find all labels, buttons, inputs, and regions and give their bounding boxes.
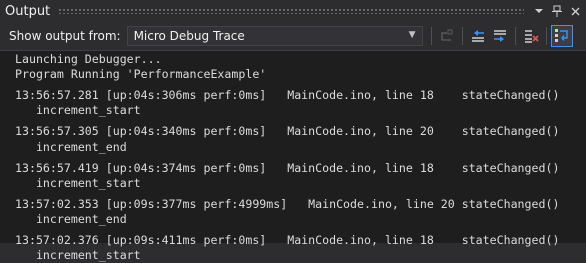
log-entry-detail: increment_end xyxy=(15,211,127,226)
chevron-down-icon[interactable] xyxy=(532,4,546,18)
output-toolbar: Show output from: Micro Debug Trace ▼ xyxy=(0,22,586,50)
output-source-select[interactable]: Micro Debug Trace ▼ xyxy=(126,26,423,46)
toolbar-separator xyxy=(545,27,547,45)
log-entry-detail: increment_start xyxy=(15,248,141,263)
log-entry: 13:56:57.305 [up:04s:340ms perf:0ms] Mai… xyxy=(15,124,560,139)
clear-all-button[interactable] xyxy=(520,25,542,47)
log-entry: 13:57:02.353 [up:09s:377ms perf:4999ms] … xyxy=(15,196,560,211)
previous-message-button[interactable] xyxy=(467,25,489,47)
show-output-label: Show output from: xyxy=(9,29,121,43)
pin-icon[interactable] xyxy=(550,4,564,18)
toolbar-separator xyxy=(514,27,516,45)
toolbar-separator xyxy=(461,27,463,45)
find-message-button[interactable] xyxy=(436,25,458,47)
log-entry: 13:56:57.419 [up:04s:374ms perf:0ms] Mai… xyxy=(15,160,560,175)
word-wrap-icon xyxy=(554,29,568,42)
output-source-value: Micro Debug Trace xyxy=(133,29,245,43)
log-entry: 13:56:57.281 [up:04s:306ms perf:0ms] Mai… xyxy=(15,88,560,103)
chevron-down-icon: ▼ xyxy=(408,30,416,40)
output-pane[interactable]: Launching Debugger... Program Running 'P… xyxy=(0,50,586,262)
title-grip[interactable] xyxy=(58,8,524,14)
log-entry-detail: increment_start xyxy=(15,103,141,118)
word-wrap-button[interactable] xyxy=(550,25,573,47)
window-title: Output xyxy=(5,3,51,19)
find-message-icon xyxy=(440,29,453,41)
log-entry-detail: increment_start xyxy=(15,175,141,190)
log-entry-detail: increment_end xyxy=(15,139,127,154)
previous-message-icon xyxy=(471,30,484,42)
output-line: Launching Debugger... xyxy=(15,52,162,66)
clear-all-icon xyxy=(524,30,539,43)
toolbar-separator xyxy=(430,27,432,45)
next-message-icon xyxy=(493,30,506,42)
output-titlebar: Output xyxy=(0,0,586,22)
output-line: Program Running 'PerformanceExample' xyxy=(15,67,267,82)
log-entry: 13:57:02.376 [up:09s:411ms perf:0ms] Mai… xyxy=(15,232,560,247)
next-message-button[interactable] xyxy=(489,25,511,47)
close-icon[interactable] xyxy=(568,4,582,18)
